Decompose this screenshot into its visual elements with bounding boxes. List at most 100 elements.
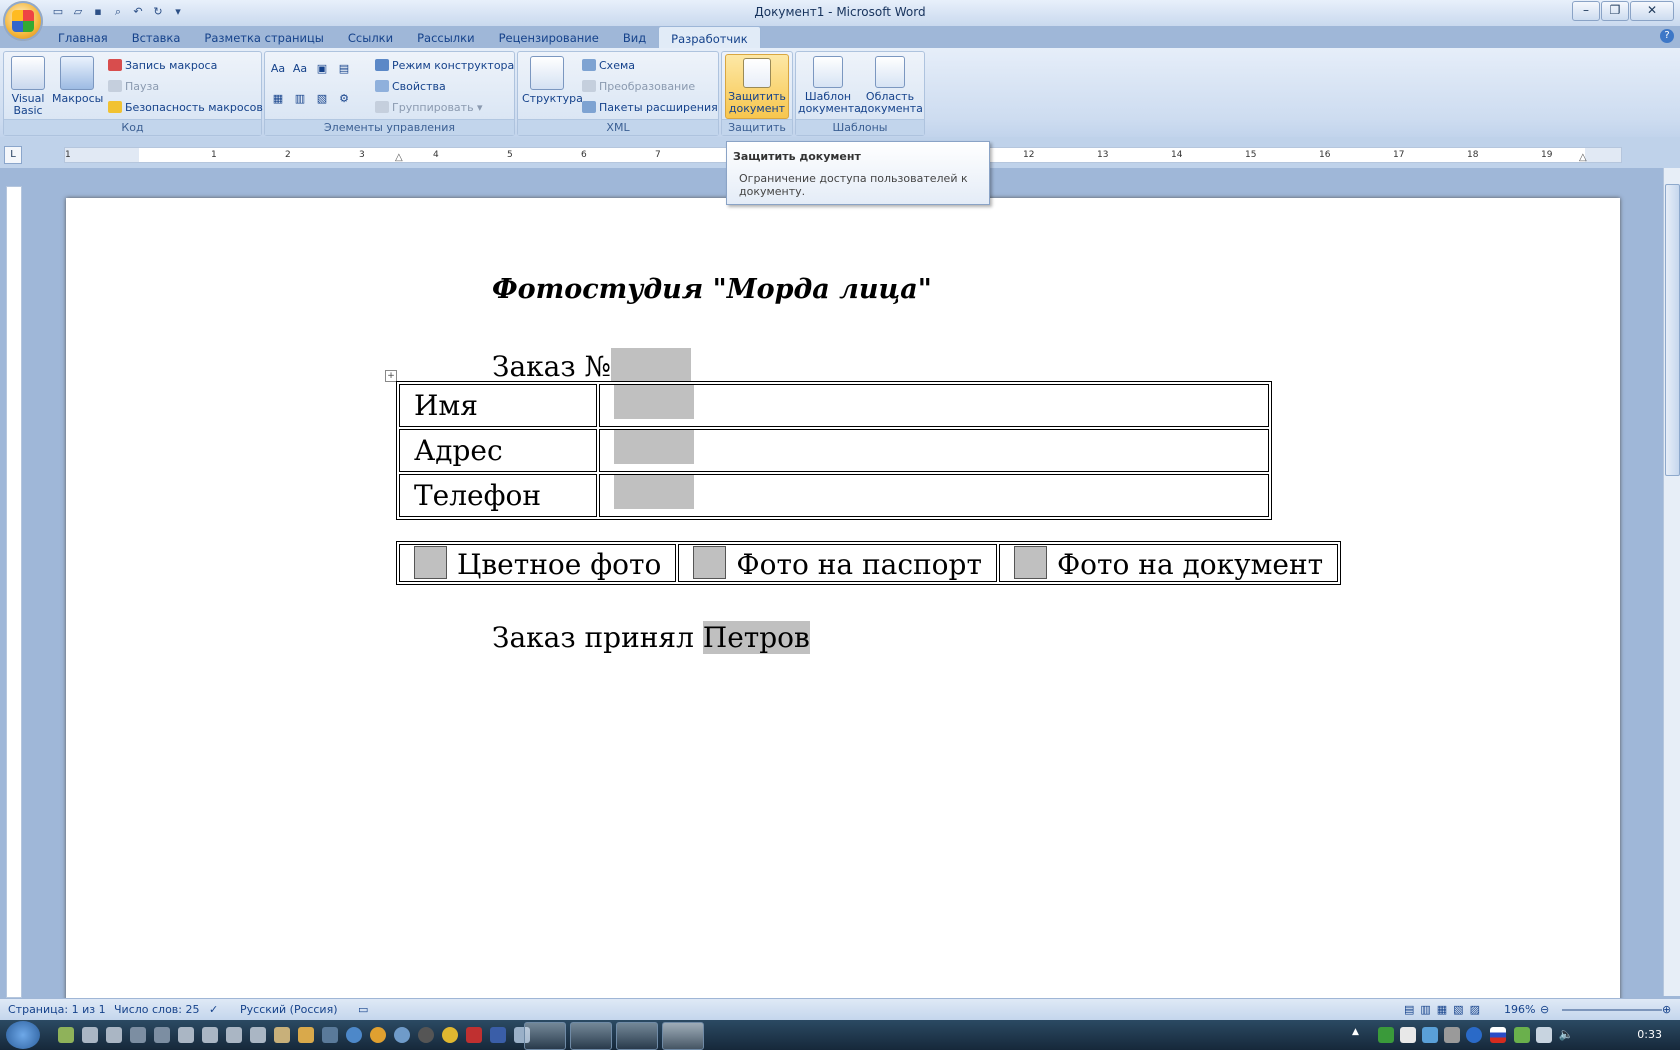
tab-home[interactable]: Главная — [46, 26, 120, 48]
tab-view[interactable]: Вид — [611, 26, 658, 48]
start-button[interactable] — [6, 1021, 40, 1049]
quicklaunch-icon[interactable] — [442, 1027, 458, 1043]
tab-review[interactable]: Рецензирование — [487, 26, 611, 48]
tab-selector[interactable]: L — [4, 146, 22, 164]
language-status[interactable]: Русский (Россия) — [240, 1003, 338, 1016]
accepted-by-line[interactable]: Заказ принял Петров — [492, 621, 810, 654]
document-page[interactable] — [66, 198, 1620, 1004]
restore-button[interactable]: ❐ — [1601, 1, 1629, 21]
macros-button[interactable]: Макросы — [52, 56, 103, 105]
document-photo-checkbox[interactable] — [1013, 545, 1047, 579]
phone-field[interactable] — [614, 475, 694, 509]
zoom-level[interactable]: 196% — [1504, 1003, 1535, 1016]
quicklaunch-icon[interactable] — [154, 1027, 170, 1043]
tab-insert[interactable]: Вставка — [120, 26, 193, 48]
chrome-icon[interactable] — [370, 1027, 386, 1043]
design-mode-button[interactable]: Режим конструктора — [375, 57, 514, 75]
phone-cell[interactable] — [599, 474, 1269, 517]
transform-button[interactable]: Преобразование — [582, 78, 695, 96]
quicklaunch-icon[interactable] — [274, 1027, 290, 1043]
tray-icon[interactable] — [1466, 1027, 1482, 1043]
taskbar-word-button[interactable] — [662, 1022, 704, 1050]
zoom-slider[interactable] — [1562, 1009, 1662, 1011]
clock[interactable]: 0:33 — [1637, 1028, 1662, 1041]
volume-icon[interactable]: 🔈 — [1558, 1027, 1574, 1043]
name-cell[interactable] — [599, 384, 1269, 427]
tab-references[interactable]: Ссылки — [336, 26, 405, 48]
quicklaunch-icon[interactable] — [178, 1027, 194, 1043]
order-number-line[interactable]: Заказ № — [492, 348, 691, 383]
quicklaunch-icon[interactable] — [490, 1027, 506, 1043]
order-number-field[interactable] — [611, 348, 691, 382]
tab-developer[interactable]: Разработчик — [658, 26, 761, 49]
word-count-status[interactable]: Число слов: 25 — [114, 1003, 200, 1016]
taskbar-explorer-button[interactable] — [616, 1022, 658, 1050]
passport-photo-checkbox[interactable] — [693, 545, 727, 579]
date-picker-icon[interactable]: ▥ — [291, 90, 309, 108]
taskbar-chrome-button[interactable] — [570, 1022, 612, 1050]
pause-button[interactable]: Пауза — [108, 78, 159, 96]
color-photo-checkbox[interactable] — [414, 545, 447, 579]
name-field[interactable] — [614, 385, 694, 419]
record-macro-button[interactable]: Запись макроса — [108, 57, 217, 75]
quicklaunch-icon[interactable] — [250, 1027, 266, 1043]
close-button[interactable]: ✕ — [1630, 1, 1674, 21]
quicklaunch-icon[interactable] — [106, 1027, 122, 1043]
building-block-icon[interactable]: ▤ — [335, 60, 353, 78]
quicklaunch-icon[interactable] — [298, 1027, 314, 1043]
office-button[interactable] — [3, 1, 43, 41]
spelling-check-icon[interactable]: ✓ — [209, 1003, 218, 1016]
minimize-button[interactable]: – — [1572, 1, 1600, 21]
option-document-photo[interactable]: Фото на документ — [998, 544, 1339, 582]
properties-button[interactable]: Свойства — [375, 78, 446, 96]
address-cell[interactable] — [599, 429, 1269, 472]
expansion-packs-button[interactable]: Пакеты расширения — [582, 99, 718, 117]
tab-mailings[interactable]: Рассылки — [405, 26, 486, 48]
accepted-by-field[interactable]: Петров — [702, 621, 810, 654]
help-icon[interactable]: ? — [1660, 29, 1674, 43]
zoom-in-icon[interactable]: ⊕ — [1662, 1003, 1671, 1016]
option-color-photo[interactable]: Цветное фото — [399, 544, 677, 582]
quicklaunch-icon[interactable] — [322, 1027, 338, 1043]
language-flag-icon[interactable] — [1490, 1027, 1506, 1043]
picture-control-icon[interactable]: ▣ — [313, 60, 331, 78]
quicklaunch-icon[interactable] — [202, 1027, 218, 1043]
taskbar-app-button[interactable] — [524, 1022, 566, 1050]
structure-button[interactable]: Структура — [522, 56, 583, 105]
drop-down-icon[interactable]: ▧ — [313, 90, 331, 108]
quicklaunch-icon[interactable] — [346, 1027, 362, 1043]
scrollbar-thumb[interactable] — [1665, 184, 1680, 476]
protect-document-button[interactable]: Защитить документ — [725, 54, 789, 119]
vertical-scrollbar[interactable] — [1663, 168, 1680, 996]
tray-expand-icon[interactable]: ▲ — [1352, 1027, 1362, 1043]
document-panel-button[interactable]: Область документа — [860, 56, 923, 115]
indent-marker-icon[interactable]: △ — [395, 152, 403, 163]
page-count-status[interactable]: Страница: 1 из 1 — [8, 1003, 106, 1016]
quicklaunch-icon[interactable] — [394, 1027, 410, 1043]
tray-icon[interactable] — [1422, 1027, 1438, 1043]
macro-recording-icon[interactable]: ▭ — [358, 1003, 368, 1016]
quicklaunch-icon[interactable] — [418, 1027, 434, 1043]
zoom-out-icon[interactable]: ⊖ — [1540, 1003, 1549, 1016]
right-indent-marker-icon[interactable]: △ — [1579, 152, 1587, 163]
address-field[interactable] — [614, 430, 694, 464]
tray-icon[interactable] — [1400, 1027, 1416, 1043]
quicklaunch-icon[interactable] — [58, 1027, 74, 1043]
quicklaunch-icon[interactable] — [82, 1027, 98, 1043]
tray-icon[interactable] — [1378, 1027, 1394, 1043]
text-control-icon[interactable]: Aa — [291, 60, 309, 78]
quicklaunch-icon[interactable] — [466, 1027, 482, 1043]
combo-box-icon[interactable]: ▦ — [269, 90, 287, 108]
vertical-ruler[interactable] — [6, 186, 22, 998]
tray-icon[interactable] — [1444, 1027, 1460, 1043]
macro-security-button[interactable]: Безопасность макросов — [108, 99, 263, 117]
legacy-tools-icon[interactable]: ⚙ — [335, 90, 353, 108]
rich-text-control-icon[interactable]: Aa — [269, 60, 287, 78]
quicklaunch-icon[interactable] — [226, 1027, 242, 1043]
tab-page-layout[interactable]: Разметка страницы — [192, 26, 335, 48]
tray-icon[interactable] — [1514, 1027, 1530, 1043]
schema-button[interactable]: Схема — [582, 57, 635, 75]
visual-basic-button[interactable]: Visual Basic — [8, 56, 48, 117]
group-button[interactable]: Группировать ▾ — [375, 99, 483, 117]
network-icon[interactable] — [1536, 1027, 1552, 1043]
